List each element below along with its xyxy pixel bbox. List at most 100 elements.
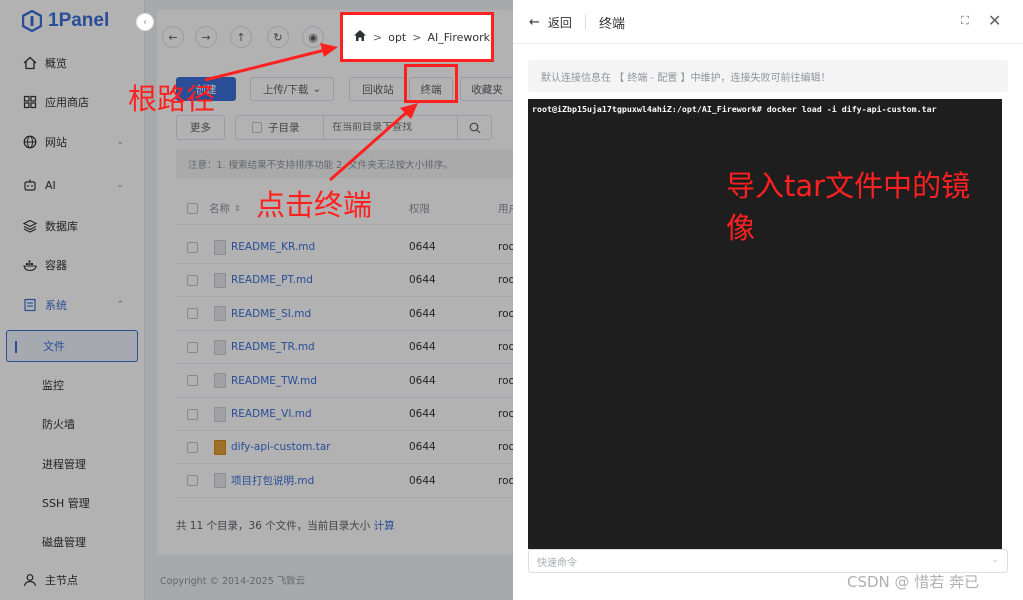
subdir-checkbox[interactable] — [252, 122, 263, 133]
breadcrumb-item-current[interactable]: AI_Firework — [427, 31, 490, 44]
file-name[interactable]: 项目打包说明.md — [231, 473, 314, 488]
system-icon — [22, 297, 38, 313]
home-icon[interactable] — [353, 29, 367, 45]
sidebar-item-system[interactable]: 系统 ⌃ — [6, 289, 138, 321]
file-name[interactable]: README_TR.md — [231, 341, 315, 353]
sidebar-item-ai[interactable]: AI ⌄ — [6, 169, 138, 201]
row-checkbox[interactable] — [187, 264, 198, 296]
collapse-sidebar-button[interactable]: ‹ — [136, 13, 154, 31]
up-dir-button[interactable]: ↑ — [230, 26, 252, 48]
forward-nav-button[interactable]: → — [195, 26, 217, 48]
sidebar-item-label: SSH 管理 — [42, 497, 90, 510]
file-name-cell[interactable]: README_TW.md — [214, 365, 317, 397]
sidebar: 1Panel 概览 应用商店 网站 ⌄ AI ⌄ 数据库 容器 系统 ⌃ 文件 … — [0, 0, 145, 600]
recycle-bin-button[interactable]: 回收站 — [349, 77, 407, 101]
view-toggle-button[interactable]: ◉ — [302, 26, 324, 48]
sidebar-subitem-ssh[interactable]: SSH 管理 — [6, 487, 138, 519]
terminal-scrollbar[interactable] — [1002, 99, 1008, 549]
checkbox[interactable] — [187, 375, 198, 387]
file-permission[interactable]: 0644 — [409, 398, 436, 430]
sidebar-subitem-firewall[interactable]: 防火墙 — [6, 408, 138, 440]
file-permission[interactable]: 0644 — [409, 231, 436, 263]
table-row[interactable]: README_VI.md 0644 root — [176, 398, 519, 431]
row-checkbox[interactable] — [187, 431, 198, 463]
sidebar-subitem-files[interactable]: 文件 — [6, 330, 138, 362]
checkbox[interactable] — [187, 441, 198, 453]
table-row[interactable]: README_TW.md 0644 root — [176, 365, 519, 398]
row-checkbox[interactable] — [187, 365, 198, 397]
close-icon[interactable]: ✕ — [988, 11, 1001, 30]
file-name-cell[interactable]: README_SI.md — [214, 298, 311, 330]
app-logo[interactable]: 1Panel — [21, 8, 109, 34]
select-all-checkbox[interactable] — [187, 193, 198, 224]
row-checkbox[interactable] — [187, 331, 198, 363]
file-name-cell[interactable]: 项目打包说明.md — [214, 465, 314, 497]
checkbox[interactable] — [187, 274, 198, 286]
file-permission[interactable]: 0644 — [409, 431, 436, 463]
file-name-cell[interactable]: README_KR.md — [214, 231, 315, 263]
sidebar-item-label: 进程管理 — [42, 458, 86, 471]
file-name-cell[interactable]: README_PT.md — [214, 264, 313, 296]
checkbox[interactable] — [187, 341, 198, 353]
sidebar-node-switch[interactable]: 主节点 — [6, 564, 138, 596]
sidebar-item-app-store[interactable]: 应用商店 — [6, 86, 138, 118]
back-button[interactable]: ← 返回 — [529, 14, 572, 31]
search-button[interactable] — [457, 116, 491, 139]
file-permission[interactable]: 0644 — [409, 298, 436, 330]
sidebar-item-website[interactable]: 网站 ⌄ — [6, 126, 138, 158]
table-row[interactable]: README_TR.md 0644 root — [176, 331, 519, 365]
file-name-cell[interactable]: dify-api-custom.tar — [214, 431, 331, 463]
breadcrumb-item-opt[interactable]: opt — [388, 31, 406, 44]
file-name-cell[interactable]: README_VI.md — [214, 398, 312, 430]
table-row[interactable]: README_PT.md 0644 root — [176, 264, 519, 298]
fullscreen-icon[interactable]: ⛶ — [961, 14, 969, 28]
file-permission[interactable]: 0644 — [409, 264, 436, 296]
checkbox[interactable] — [187, 475, 198, 487]
back-nav-button[interactable]: ← — [162, 26, 184, 48]
file-name[interactable]: README_SI.md — [231, 308, 311, 320]
refresh-button[interactable]: ↻ — [267, 26, 289, 48]
sidebar-item-label: 网站 — [45, 136, 67, 149]
drawer-header: ← 返回 终端 ⛶ ✕ — [513, 0, 1023, 44]
sidebar-item-label: 系统 — [45, 299, 67, 312]
file-name[interactable]: README_PT.md — [231, 274, 313, 286]
sidebar-footer-label: 主节点 — [45, 574, 78, 587]
more-button[interactable]: 更多 — [176, 115, 225, 140]
sidebar-subitem-disk[interactable]: 磁盘管理 — [6, 526, 138, 558]
search-input[interactable] — [324, 122, 458, 133]
file-name[interactable]: README_TW.md — [231, 375, 317, 387]
sidebar-item-database[interactable]: 数据库 — [6, 210, 138, 242]
checkbox[interactable] — [187, 308, 198, 320]
checkbox[interactable] — [187, 203, 198, 214]
sort-icon[interactable]: ⇕ — [234, 204, 241, 213]
checkbox[interactable] — [187, 408, 198, 420]
checkbox[interactable] — [187, 241, 198, 253]
table-row[interactable]: README_SI.md 0644 root — [176, 298, 519, 331]
sidebar-subitem-monitor[interactable]: 监控 — [6, 369, 138, 401]
column-name[interactable]: 名称 ⇕ — [209, 193, 241, 224]
document-file-icon — [214, 339, 226, 355]
calculate-size-link[interactable]: 计算 — [374, 520, 395, 532]
favorites-button[interactable]: 收藏夹 — [460, 77, 513, 101]
file-name-cell[interactable]: README_TR.md — [214, 331, 315, 363]
quick-command-select[interactable]: 快速命令 ⌄ — [528, 549, 1008, 573]
row-checkbox[interactable] — [187, 398, 198, 430]
file-name[interactable]: README_VI.md — [231, 408, 312, 420]
table-row[interactable]: 项目打包说明.md 0644 root — [176, 465, 519, 498]
file-name[interactable]: README_KR.md — [231, 241, 315, 253]
table-row[interactable]: dify-api-custom.tar 0644 root — [176, 431, 519, 465]
row-checkbox[interactable] — [187, 465, 198, 497]
upload-download-button[interactable]: 上传/下载 ⌄ — [250, 77, 334, 101]
csdn-watermark: CSDN @ 惜若 奔已 — [847, 573, 980, 591]
row-checkbox[interactable] — [187, 298, 198, 330]
file-permission[interactable]: 0644 — [409, 465, 436, 497]
sidebar-item-overview[interactable]: 概览 — [6, 47, 138, 79]
file-permission[interactable]: 0644 — [409, 365, 436, 397]
file-name[interactable]: dify-api-custom.tar — [231, 441, 331, 453]
breadcrumb: > opt > AI_Firework — [340, 12, 494, 62]
sidebar-subitem-process[interactable]: 进程管理 — [6, 448, 138, 480]
sidebar-item-container[interactable]: 容器 — [6, 249, 138, 281]
table-row[interactable]: README_KR.md 0644 root — [176, 231, 519, 264]
row-checkbox[interactable] — [187, 231, 198, 263]
file-permission[interactable]: 0644 — [409, 331, 436, 363]
